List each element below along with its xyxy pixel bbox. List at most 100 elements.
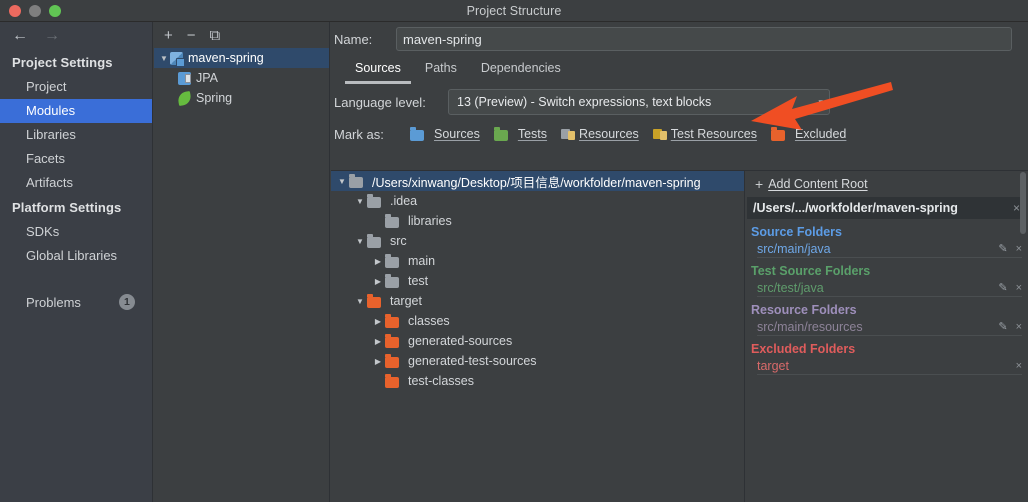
content-tree-label-test-classes: test-classes	[408, 374, 474, 388]
chevron-down-icon[interactable]: ▼	[335, 177, 349, 186]
edit-icon[interactable]: ✎	[998, 242, 1007, 255]
content-tree-label-src: src	[390, 234, 407, 248]
mark-as-tests-button[interactable]: Tests	[493, 127, 548, 141]
sidebar-nav-arrows: ← →	[0, 22, 152, 50]
mark-as-sources-button[interactable]: Sources	[410, 127, 480, 141]
chevron-right-icon[interactable]: ▶	[371, 277, 385, 286]
add-module-icon[interactable]: +	[164, 28, 173, 43]
content-tree-row-libraries[interactable]: libraries	[331, 211, 744, 231]
resource-folder-row[interactable]: src/main/resources ✎ ×	[757, 318, 1022, 336]
mark-as-label: Mark as:	[334, 126, 384, 142]
project-structure-window: Project Structure ← → Project Settings P…	[0, 0, 1028, 502]
chevron-down-icon[interactable]: ▼	[158, 54, 170, 63]
folder-orange-icon	[385, 354, 401, 368]
chevron-right-icon[interactable]: ▶	[371, 317, 385, 326]
content-root-details: + Add Content Root /Users/.../workfolder…	[745, 170, 1028, 502]
source-folders-section: Source Folders src/main/java ✎ ×	[745, 219, 1028, 258]
edit-icon[interactable]: ✎	[998, 320, 1007, 333]
back-arrow-icon[interactable]: ←	[12, 28, 28, 44]
folder-orange-icon	[385, 314, 401, 328]
module-tree-row-maven-spring[interactable]: ▼ maven-spring	[154, 48, 329, 68]
content-tree-label-main: main	[408, 254, 436, 268]
chevron-down-icon[interactable]: ▼	[353, 197, 367, 206]
resource-folders-section: Resource Folders src/main/resources ✎ ×	[745, 297, 1028, 336]
folder-green-icon	[493, 127, 510, 141]
source-folders-title: Source Folders	[751, 225, 842, 239]
sidebar-item-artifacts[interactable]: Artifacts	[0, 171, 152, 195]
folder-gray-icon	[349, 174, 365, 188]
modules-toolbar: + − ⧉	[154, 22, 329, 48]
tab-dependencies[interactable]: Dependencies	[471, 57, 571, 84]
module-icon	[170, 51, 185, 67]
copy-module-icon[interactable]: ⧉	[210, 28, 221, 43]
excluded-folders-title: Excluded Folders	[751, 342, 856, 356]
language-level-select[interactable]: 13 (Preview) - Switch expressions, text …	[448, 89, 830, 115]
remove-module-icon[interactable]: −	[187, 28, 196, 43]
language-level-row: Language level: 13 (Preview) - Switch ex…	[331, 84, 1028, 120]
chevron-right-icon[interactable]: ▶	[371, 357, 385, 366]
excluded-folder-row[interactable]: target ×	[757, 357, 1022, 375]
content-tree-row-src[interactable]: ▼ src	[331, 231, 744, 251]
mark-as-test-resources-label: Test Resources	[670, 127, 757, 141]
mark-as-resources-label: Resources	[579, 127, 639, 141]
content-tree-row-generated-sources[interactable]: ▶ generated-sources	[331, 331, 744, 351]
folder-gray-icon	[385, 274, 401, 288]
excluded-folder-path: target	[757, 358, 789, 373]
folder-orange-icon	[770, 127, 787, 141]
sidebar-item-facets[interactable]: Facets	[0, 147, 152, 171]
content-tree-row-root[interactable]: ▼ /Users/xinwang/Desktop/项目信息/workfolder…	[331, 171, 744, 191]
sidebar-item-problems[interactable]: Problems 1	[0, 290, 152, 314]
language-level-label: Language level:	[334, 94, 426, 110]
folder-resource-icon	[561, 128, 576, 140]
module-tree-row-spring[interactable]: Spring	[154, 88, 329, 108]
spring-leaf-icon	[176, 90, 193, 106]
content-tree-row-classes[interactable]: ▶ classes	[331, 311, 744, 331]
module-tree-row-jpa[interactable]: JPA	[154, 68, 329, 88]
window-title: Project Structure	[466, 3, 562, 18]
folder-gray-icon	[367, 234, 383, 248]
edit-icon[interactable]: ✎	[998, 281, 1007, 294]
chevron-down-icon[interactable]: ▼	[353, 237, 367, 246]
tab-sources[interactable]: Sources	[345, 57, 411, 84]
sidebar-group-platform-settings: Platform Settings	[12, 200, 122, 215]
content-tree-label-classes: classes	[408, 314, 450, 328]
sidebar-item-global-libraries[interactable]: Global Libraries	[0, 244, 152, 268]
details-scrollbar[interactable]	[1018, 170, 1027, 502]
content-root-header[interactable]: /Users/.../workfolder/maven-spring ×	[747, 197, 1026, 219]
problems-label: Problems	[26, 294, 81, 310]
content-tree-row-generated-test-sources[interactable]: ▶ generated-test-sources	[331, 351, 744, 371]
mark-as-tests-label: Tests	[517, 127, 548, 141]
content-tree-label-generated-sources: generated-sources	[408, 334, 513, 348]
scrollbar-thumb[interactable]	[1020, 172, 1026, 234]
sidebar-item-project[interactable]: Project	[0, 75, 152, 99]
jpa-facet-icon	[178, 71, 191, 85]
plus-icon: +	[755, 176, 764, 192]
content-tree-row-test-classes[interactable]: test-classes	[331, 371, 744, 391]
content-tree-row-main[interactable]: ▶ main	[331, 251, 744, 271]
test-source-folder-row[interactable]: src/test/java ✎ ×	[757, 279, 1022, 297]
content-tree-row-test[interactable]: ▶ test	[331, 271, 744, 291]
sidebar-item-sdks[interactable]: SDKs	[0, 220, 152, 244]
add-content-root-button[interactable]: + Add Content Root	[745, 171, 1028, 197]
mark-as-excluded-button[interactable]: Excluded	[770, 127, 846, 141]
resource-folders-title: Resource Folders	[751, 303, 857, 317]
chevron-down-icon[interactable]: ▼	[353, 297, 367, 306]
content-tree-row-idea[interactable]: ▼ .idea	[331, 191, 744, 211]
resource-folder-path: src/main/resources	[757, 319, 863, 334]
folder-gray-icon	[385, 214, 401, 228]
tab-paths[interactable]: Paths	[415, 57, 467, 84]
source-folder-row[interactable]: src/main/java ✎ ×	[757, 240, 1022, 258]
source-folder-path: src/main/java	[757, 241, 831, 256]
module-name-input[interactable]	[396, 27, 1012, 51]
chevron-right-icon[interactable]: ▶	[371, 257, 385, 266]
sidebar-item-libraries[interactable]: Libraries	[0, 123, 152, 147]
mark-as-row: Mark as: Sources Tests Resources Test Re…	[331, 120, 1028, 148]
forward-arrow-icon[interactable]: →	[44, 28, 60, 44]
content-tree-row-target[interactable]: ▼ target	[331, 291, 744, 311]
test-source-folder-path: src/test/java	[757, 280, 824, 295]
chevron-right-icon[interactable]: ▶	[371, 337, 385, 346]
sidebar-item-modules[interactable]: Modules	[0, 99, 152, 123]
mark-as-test-resources-button[interactable]: Test Resources	[652, 127, 757, 141]
content-root-tree: ▼ /Users/xinwang/Desktop/项目信息/workfolder…	[331, 170, 745, 502]
mark-as-resources-button[interactable]: Resources	[561, 127, 639, 141]
